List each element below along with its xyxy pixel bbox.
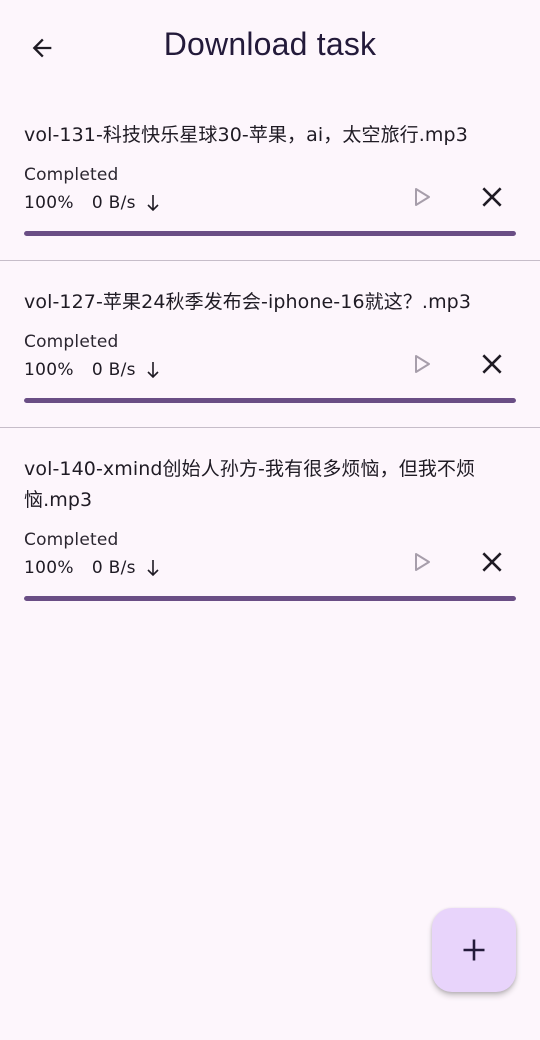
task-file-name: vol-127-苹果24秋季发布会-iphone-16就这？.mp3: [24, 291, 472, 313]
close-icon: [482, 354, 502, 374]
task-file-name: vol-140-xmind创始人孙方-我有很多烦恼，但我不烦恼.mp3: [24, 458, 476, 511]
download-task-item: vol-140-xmind创始人孙方-我有很多烦恼，但我不烦恼.mp3 Comp…: [0, 428, 540, 625]
task-speed: 0 B/s: [91, 558, 136, 578]
task-progress-bar: [24, 231, 516, 236]
task-speed: 0 B/s: [91, 360, 136, 380]
download-task-item: vol-127-苹果24秋季发布会-iphone-16就这？.mp3 Compl…: [0, 261, 540, 427]
cancel-button[interactable]: [468, 340, 516, 388]
cancel-button[interactable]: [468, 173, 516, 221]
cancel-button[interactable]: [468, 538, 516, 586]
add-task-button[interactable]: [432, 908, 516, 992]
task-actions: [398, 532, 516, 592]
task-percent: 100%: [24, 360, 74, 380]
arrow-down-icon: [146, 361, 160, 379]
task-progress-fill: [24, 398, 516, 403]
task-info-row: Completed 100% 0 B/s: [24, 530, 516, 578]
task-info-row: Completed 100% 0 B/s: [24, 332, 516, 380]
play-icon: [415, 188, 430, 206]
arrow-down-icon: [146, 194, 160, 212]
task-progress-fill: [24, 596, 516, 601]
close-icon: [482, 552, 502, 572]
task-progress-bar: [24, 596, 516, 601]
play-button[interactable]: [398, 340, 446, 388]
task-percent: 100%: [24, 193, 74, 213]
play-button[interactable]: [398, 173, 446, 221]
close-icon: [482, 187, 502, 207]
task-actions: [398, 167, 516, 227]
task-actions: [398, 334, 516, 394]
task-speed: 0 B/s: [91, 193, 136, 213]
play-button[interactable]: [398, 538, 446, 586]
task-progress-fill: [24, 231, 516, 236]
top-app-bar: Download task: [0, 0, 540, 94]
play-icon: [415, 355, 430, 373]
page-title: Download task: [163, 26, 377, 62]
task-info-row: Completed 100% 0 B/s: [24, 165, 516, 213]
download-task-item: vol-131-科技快乐星球30-苹果，ai，太空旅行.mp3 Complete…: [0, 94, 540, 260]
task-file-name: vol-131-科技快乐星球30-苹果，ai，太空旅行.mp3: [24, 124, 468, 146]
arrow-down-icon: [146, 559, 160, 577]
plus-icon: [463, 939, 485, 961]
task-percent: 100%: [24, 558, 74, 578]
download-task-screen: Download task vol-131-科技快乐星球30-苹果，ai，太空旅…: [0, 0, 540, 1040]
play-icon: [415, 553, 430, 571]
task-progress-bar: [24, 398, 516, 403]
